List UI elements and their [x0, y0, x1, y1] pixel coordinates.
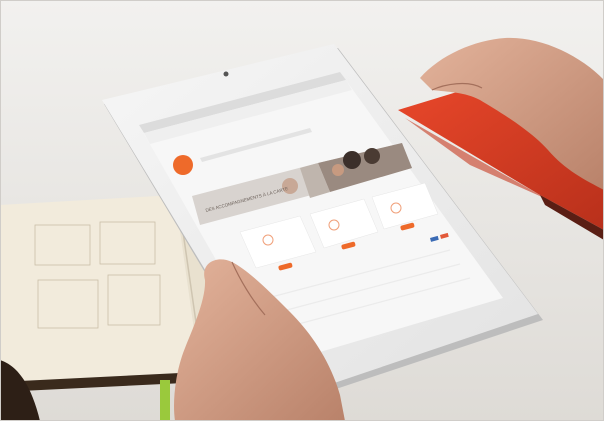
photo-border: [0, 0, 604, 421]
photo-scene: DES ACCOMPAGNEMENTS À LA CARTE: [0, 0, 604, 421]
